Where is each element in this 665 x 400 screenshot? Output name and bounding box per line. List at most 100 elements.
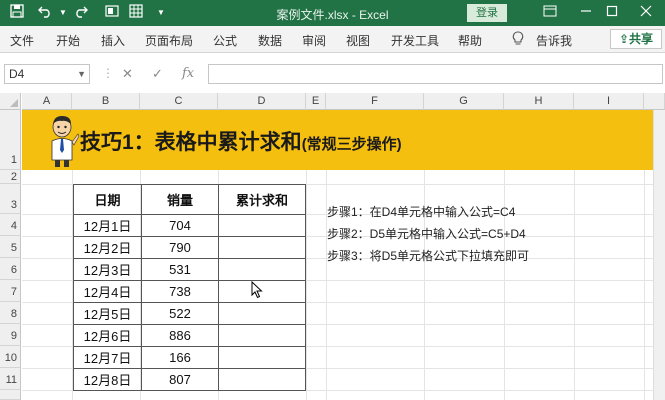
worksheet-grid: A B C D E F G H I 1 2 3 4 5 6 7 8 9 10 1…	[0, 93, 665, 400]
row-header-8[interactable]: 8	[0, 302, 21, 324]
tab-view[interactable]: 视图	[346, 32, 370, 49]
column-header-i[interactable]: I	[574, 93, 644, 110]
banner-title-main: 技巧1：表格中累计求和	[80, 131, 302, 154]
cell-date[interactable]: 12月8日	[73, 368, 142, 391]
cell-sales[interactable]: 522	[141, 302, 219, 325]
banner-subtitle: (常规三步操作)	[301, 136, 402, 153]
cell-sales[interactable]: 531	[141, 258, 219, 281]
minimize-icon[interactable]	[576, 3, 596, 23]
cell-date[interactable]: 12月6日	[73, 324, 142, 347]
column-header-f[interactable]: F	[326, 93, 424, 110]
cell-sales[interactable]: 790	[141, 236, 219, 259]
column-header-h[interactable]: H	[504, 93, 574, 110]
tab-review[interactable]: 审阅	[302, 32, 326, 49]
formula-bar: D4 ▼ ⋮ ✕ ✓ fx	[0, 60, 665, 88]
row-header-3[interactable]: 3	[0, 184, 21, 214]
row-header-7[interactable]: 7	[0, 280, 21, 302]
row-header-6[interactable]: 6	[0, 258, 21, 280]
cell-sales[interactable]: 166	[141, 346, 219, 369]
table-row: 12月6日 886	[73, 324, 306, 347]
column-header-c[interactable]: C	[140, 93, 218, 110]
share-icon: ⇪	[618, 32, 630, 46]
close-icon[interactable]	[636, 3, 656, 23]
row-header-4[interactable]: 4	[0, 214, 21, 236]
tab-home[interactable]: 开始	[56, 32, 80, 49]
cell-cumulative[interactable]	[218, 324, 306, 347]
cell-date[interactable]: 12月4日	[73, 280, 142, 303]
cell-sales[interactable]: 886	[141, 324, 219, 347]
table-row: 12月5日 522	[73, 302, 306, 325]
sales-table: 日期 销量 累计求和 12月1日 704 12月2日 790 12月3日 531…	[73, 184, 306, 391]
insert-function-icon[interactable]: fx	[182, 66, 194, 81]
column-header-a[interactable]: A	[22, 93, 72, 110]
tab-page-layout[interactable]: 页面布局	[145, 32, 193, 49]
step-2-text[interactable]: 步骤2：D5单元格中输入公式=C5+D4	[327, 225, 526, 242]
maximize-icon[interactable]	[602, 3, 622, 23]
cell-cumulative[interactable]	[218, 258, 306, 281]
column-header-b[interactable]: B	[72, 93, 140, 110]
cell-date[interactable]: 12月3日	[73, 258, 142, 281]
vertical-scrollbar[interactable]	[653, 110, 665, 400]
row-header-2[interactable]: 2	[0, 170, 21, 184]
name-box[interactable]: D4 ▼	[4, 64, 90, 84]
cell-cumulative[interactable]	[218, 302, 306, 325]
grid-icon[interactable]	[127, 4, 145, 22]
cell-date[interactable]: 12月2日	[73, 236, 142, 259]
ribbon-tabs: 文件 开始 插入 页面布局 公式 数据 审阅 视图 开发工具 帮助 告诉我 ⇪共…	[0, 26, 665, 53]
title-banner[interactable]: 技巧1：表格中累计求和(常规三步操作)	[22, 110, 665, 170]
tab-file[interactable]: 文件	[10, 32, 34, 49]
cell-date[interactable]: 12月1日	[73, 214, 142, 237]
confirm-icon[interactable]: ✓	[152, 66, 163, 82]
column-header-g[interactable]: G	[424, 93, 504, 110]
header-date[interactable]: 日期	[73, 184, 142, 215]
formula-input[interactable]	[208, 64, 663, 84]
cell-sales[interactable]: 738	[141, 280, 219, 303]
cell-date[interactable]: 12月5日	[73, 302, 142, 325]
header-cumulative-sum[interactable]: 累计求和	[218, 184, 306, 215]
row-header-5[interactable]: 5	[0, 236, 21, 258]
login-button[interactable]: 登录	[467, 4, 507, 22]
tab-help[interactable]: 帮助	[458, 32, 482, 49]
table-row: 12月8日 807	[73, 368, 306, 391]
share-label: 共享	[629, 32, 654, 46]
lightbulb-icon[interactable]	[512, 31, 524, 49]
cell-sales[interactable]: 704	[141, 214, 219, 237]
cell-cumulative[interactable]	[218, 214, 306, 237]
row-header-11[interactable]: 11	[0, 368, 21, 390]
column-header-overflow	[644, 93, 665, 110]
chevron-down-icon[interactable]: ▼	[77, 65, 86, 83]
cell-cumulative[interactable]	[218, 368, 306, 391]
undo-icon[interactable]	[36, 4, 54, 22]
tab-data[interactable]: 数据	[258, 32, 282, 49]
step-3-text[interactable]: 步骤3：将D5单元格公式下拉填充即可	[327, 247, 529, 264]
undo-dropdown-icon[interactable]: ▼	[54, 4, 72, 22]
table-header-row: 日期 销量 累计求和	[73, 184, 306, 215]
row-header-1[interactable]: 1	[0, 110, 21, 170]
tab-insert[interactable]: 插入	[101, 32, 125, 49]
row-header-10[interactable]: 10	[0, 346, 21, 368]
form-icon[interactable]	[103, 4, 121, 22]
select-all-corner[interactable]	[0, 93, 21, 110]
tell-me-search[interactable]: 告诉我	[536, 32, 572, 49]
cell-sales[interactable]: 807	[141, 368, 219, 391]
redo-icon[interactable]	[72, 4, 90, 22]
share-button[interactable]: ⇪共享	[610, 29, 662, 49]
table-row: 12月2日 790	[73, 236, 306, 259]
row-header-9[interactable]: 9	[0, 324, 21, 346]
customize-toolbar-icon[interactable]: ▼	[152, 4, 170, 22]
title-bar: ▼ ▼ 案例文件.xlsx - Excel 登录	[0, 0, 665, 26]
step-1-text[interactable]: 步骤1：在D4单元格中输入公式=C4	[327, 203, 515, 220]
cell-cumulative[interactable]	[218, 346, 306, 369]
cancel-icon[interactable]: ✕	[122, 66, 133, 82]
name-box-value: D4	[9, 67, 25, 81]
ribbon-display-icon[interactable]	[540, 3, 560, 23]
column-header-e[interactable]: E	[306, 93, 326, 110]
save-icon[interactable]	[8, 4, 26, 22]
column-header-d[interactable]: D	[218, 93, 306, 110]
header-sales[interactable]: 销量	[141, 184, 219, 215]
tab-developer[interactable]: 开发工具	[391, 32, 439, 49]
mouse-cursor-icon	[251, 281, 263, 299]
cell-date[interactable]: 12月7日	[73, 346, 142, 369]
cell-cumulative[interactable]	[218, 236, 306, 259]
tab-formulas[interactable]: 公式	[213, 32, 237, 49]
